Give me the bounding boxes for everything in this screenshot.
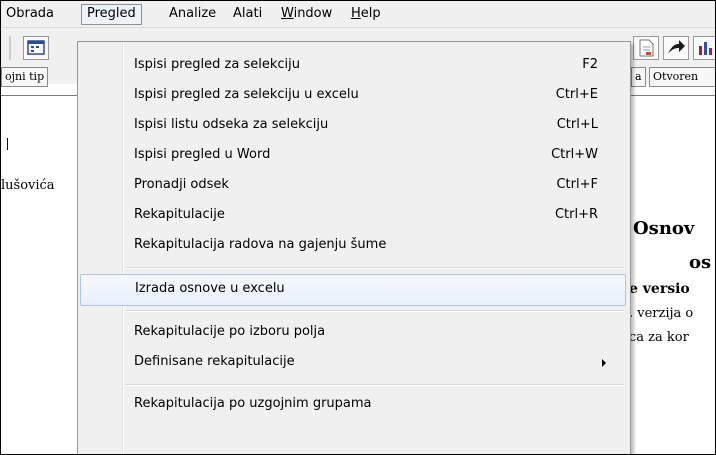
toolbar-separator <box>9 36 11 60</box>
pregled-dropdown-menu: Ispisi pregled za selekciju F2 Ispisi pr… <box>77 41 631 454</box>
menu-analize[interactable]: Analize <box>164 4 221 23</box>
document-icon <box>639 39 654 57</box>
menu-item-rekapitulacije[interactable]: Rekapitulacije Ctrl+R <box>80 201 626 231</box>
menu-item-label: Ispisi pregled za selekciju <box>134 57 300 72</box>
menu-item-label: Ispisi pregled za selekciju u excelu <box>134 87 359 102</box>
menu-item-rekapitulacija-uzgojne-grupe[interactable]: Rekapitulacija po uzgojnim grupama <box>80 390 626 420</box>
menu-item-shortcut: Ctrl+W <box>551 147 598 162</box>
chart-icon-button[interactable] <box>693 36 715 60</box>
submenu-arrow-icon <box>602 359 606 367</box>
menu-item-label: Rekapitulacije po izboru polja <box>134 324 326 339</box>
document-line-1: e versio <box>629 281 690 297</box>
menu-item-label: Izrada osnove u excelu <box>135 281 285 296</box>
menu-item-pronadji-odsek[interactable]: Pronadji odsek Ctrl+F <box>80 171 626 201</box>
tab-a[interactable]: a <box>631 67 646 87</box>
menu-item-ispisi-pregled[interactable]: Ispisi pregled za selekciju F2 <box>80 51 626 81</box>
menu-item-label: Rekapitulacije <box>134 207 225 222</box>
menu-item-label: Rekapitulacija radova na gajenju šume <box>134 237 387 252</box>
menu-item-label: Ispisi listu odseka za selekciju <box>134 117 329 132</box>
document-line-3: ca za kor <box>629 330 689 345</box>
menu-item-ispisi-listu-odseka[interactable]: Ispisi listu odseka za selekciju Ctrl+L <box>80 111 626 141</box>
menu-item-izrada-osnove-excel[interactable]: Izrada osnove u excelu <box>80 274 626 306</box>
menu-help[interactable]: Help <box>346 4 386 23</box>
document-heading-2: os <box>689 252 712 273</box>
menu-item-label: Definisane rekapitulacije <box>134 354 295 369</box>
menu-obrada[interactable]: Obrada <box>1 4 59 23</box>
menu-item-label: Rekapitulacija po uzgojnim grupama <box>134 396 372 411</box>
forward-arrow-button[interactable] <box>663 36 689 60</box>
menu-item-shortcut: Ctrl+R <box>554 207 598 222</box>
menu-item-definisane-rekapitulacije[interactable]: Definisane rekapitulacije <box>80 348 626 378</box>
calendar-icon <box>27 40 45 55</box>
bar-chart-icon <box>699 42 712 55</box>
tab-otvoren[interactable]: Otvoren <box>649 67 715 87</box>
menu-item-ispisi-word[interactable]: Ispisi pregled u Word Ctrl+W <box>80 141 626 171</box>
forward-arrow-icon <box>668 40 685 54</box>
menu-item-ispisi-pregled-excel[interactable]: Ispisi pregled za selekciju u excelu Ctr… <box>80 81 626 111</box>
document-heading-1: Osnov <box>633 218 695 239</box>
menu-item-shortcut: Ctrl+F <box>556 177 598 192</box>
menu-separator <box>126 384 624 386</box>
calendar-icon-button[interactable] <box>23 36 49 60</box>
menu-alati[interactable]: Alati <box>228 4 267 23</box>
menu-separator <box>126 310 624 312</box>
menu-item-rekapitulacije-po-izboru[interactable]: Rekapitulacije po izboru polja <box>80 318 626 348</box>
menu-item-label: Ispisi pregled u Word <box>134 147 271 162</box>
tab-ojni-tip[interactable]: ojni tip <box>1 67 49 87</box>
document-line-2: . verzija o <box>629 306 694 321</box>
document-left-text: lušovića <box>1 178 55 193</box>
menu-window[interactable]: Window <box>276 4 337 23</box>
document-icon-button[interactable] <box>633 36 659 60</box>
menu-item-shortcut: Ctrl+L <box>556 117 598 132</box>
app-window: Obrada Pregled Analize Alati Window Help <box>0 0 716 455</box>
menu-bar: Obrada Pregled Analize Alati Window Help <box>1 1 715 28</box>
menu-pregled[interactable]: Pregled <box>81 4 142 25</box>
menu-item-label: Pronadji odsek <box>134 177 229 192</box>
text-cursor <box>7 138 8 150</box>
menu-item-shortcut: F2 <box>582 57 598 72</box>
menu-item-rekapitulacija-gajenje[interactable]: Rekapitulacija radova na gajenju šume <box>80 231 626 261</box>
menu-item-shortcut: Ctrl+E <box>555 87 598 102</box>
menu-separator <box>126 267 624 269</box>
